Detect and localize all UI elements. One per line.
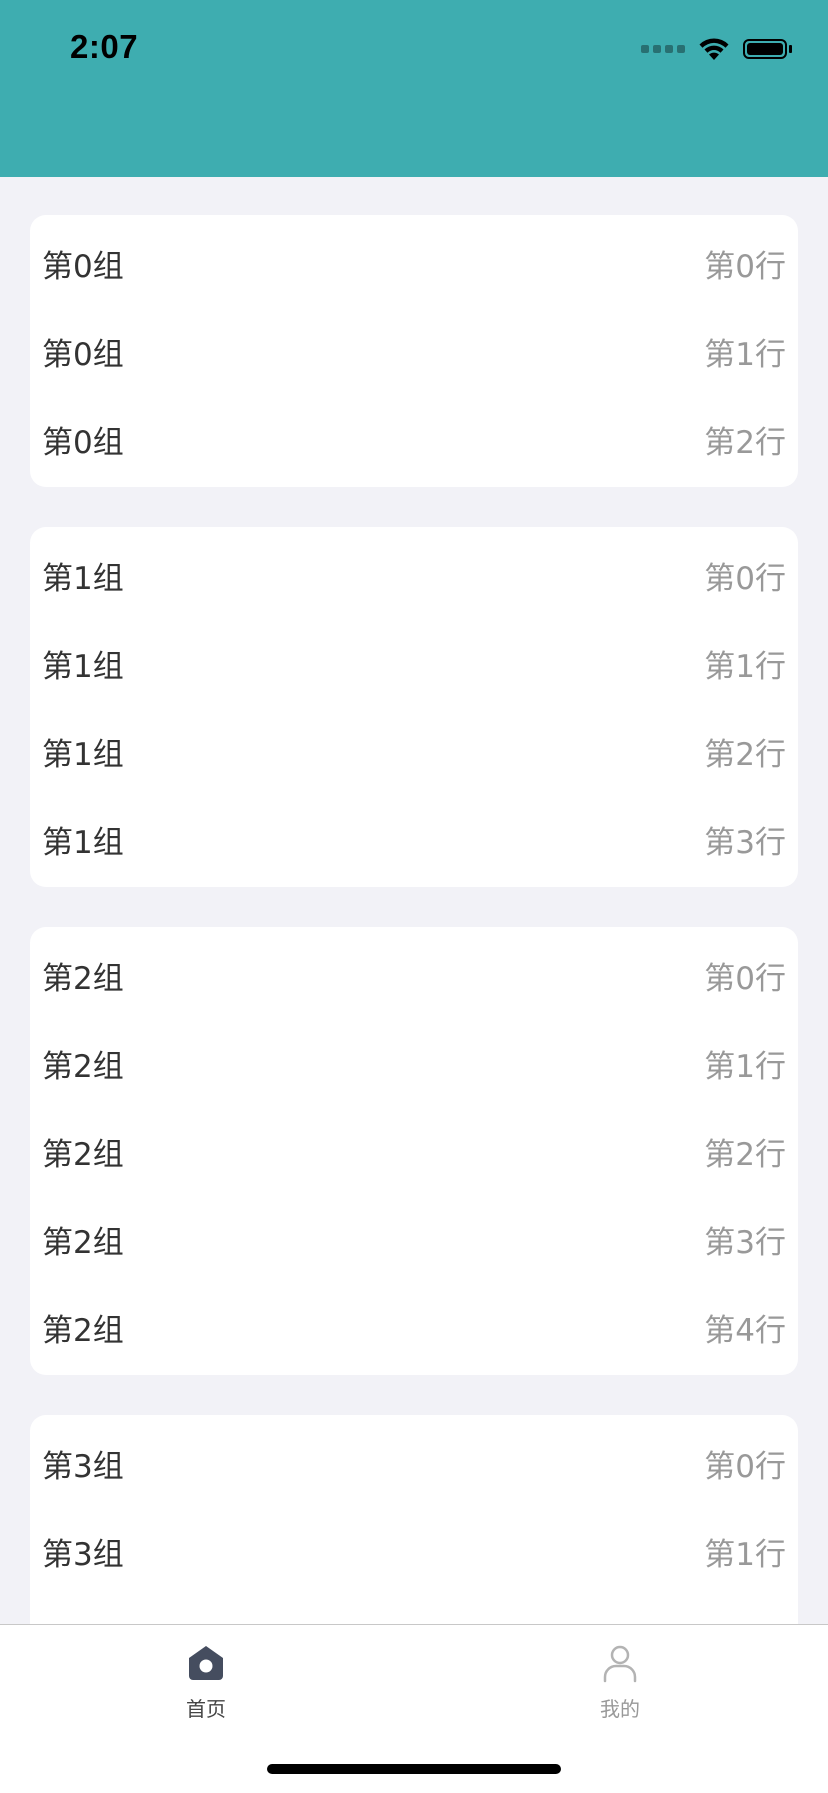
- tab-mine[interactable]: 我的: [540, 1643, 700, 1722]
- list-item-detail: 第2行: [704, 1136, 786, 1173]
- list-item-detail: 第3行: [704, 1224, 786, 1261]
- list-item[interactable]: 第2组 第1行: [30, 1019, 798, 1107]
- list-item[interactable]: 第0组 第0行: [30, 219, 798, 307]
- home-indicator: [267, 1764, 561, 1774]
- user-icon: [603, 1645, 637, 1683]
- list-item-detail: 第1行: [704, 1536, 786, 1573]
- list-item[interactable]: 第0组 第1行: [30, 307, 798, 395]
- list-item-title: 第1组: [42, 648, 124, 685]
- list-item[interactable]: 第2组 第2行: [30, 1107, 798, 1195]
- list-item-title: 第1组: [42, 824, 124, 861]
- tab-mine-label: 我的: [600, 1697, 640, 1721]
- list-item-detail: 第1行: [704, 1048, 786, 1085]
- list-item-detail: 第0行: [704, 1448, 786, 1485]
- status-time: 2:07: [70, 28, 139, 65]
- battery-icon: [743, 39, 792, 59]
- home-icon: [189, 1646, 223, 1680]
- list-item-detail: 第1行: [704, 648, 786, 685]
- list-item[interactable]: 第3组 第1行: [30, 1507, 798, 1595]
- list-item[interactable]: 第2组 第4行: [30, 1283, 798, 1371]
- list-item[interactable]: 第1组 第3行: [30, 795, 798, 883]
- list-item-title: 第2组: [42, 1312, 124, 1349]
- list-item-detail: 第2行: [704, 736, 786, 773]
- list-item[interactable]: 第0组 第2行: [30, 395, 798, 483]
- list-item-title: 第0组: [42, 248, 124, 285]
- list-group: 第0组 第0行 第0组 第1行 第0组 第2行: [30, 215, 798, 487]
- list-item-title: 第2组: [42, 1224, 124, 1261]
- list-item-title: 第3组: [42, 1448, 124, 1485]
- list-item-detail: 第1行: [704, 336, 786, 373]
- tab-home[interactable]: 首页: [126, 1643, 286, 1722]
- list-item-title: 第3组: [42, 1536, 124, 1573]
- list-item[interactable]: 第1组 第1行: [30, 619, 798, 707]
- list-item-detail: 第0行: [704, 248, 786, 285]
- status-icons: [641, 36, 792, 62]
- list-group: 第1组 第0行 第1组 第1行 第1组 第2行 第1组 第3行: [30, 527, 798, 887]
- list-item-title: 第2组: [42, 960, 124, 997]
- list-item[interactable]: 第1组 第2行: [30, 707, 798, 795]
- list-group: 第2组 第0行 第2组 第1行 第2组 第2行 第2组 第3行 第2组 第4行: [30, 927, 798, 1375]
- list-item-detail: 第2行: [704, 424, 786, 461]
- list-item-detail: 第0行: [704, 560, 786, 597]
- header: 2:07: [0, 0, 828, 177]
- list-item[interactable]: 第2组 第3行: [30, 1195, 798, 1283]
- list-item-detail: 第3行: [704, 824, 786, 861]
- wifi-icon: [697, 36, 731, 62]
- list-item-title: 第2组: [42, 1048, 124, 1085]
- list-item[interactable]: 第3组 第0行: [30, 1419, 798, 1507]
- tab-home-label: 首页: [186, 1697, 226, 1721]
- grouped-list: 第0组 第0行 第0组 第1行 第0组 第2行 第1组 第0行 第1组 第1行 第1组 第2行 第1组第…: [30, 215, 798, 1727]
- list-item-title: 第1组: [42, 736, 124, 773]
- list-item-title: 第1组: [42, 560, 124, 597]
- list-item-title: 第0组: [42, 336, 124, 373]
- list-item-title: 第0组: [42, 424, 124, 461]
- list-item-detail: 第4行: [704, 1312, 786, 1349]
- cellular-signal-icon: [641, 45, 685, 53]
- list-item[interactable]: 第2组 第0行: [30, 931, 798, 1019]
- list-item-title: 第2组: [42, 1136, 124, 1173]
- list-item[interactable]: 第1组 第0行: [30, 531, 798, 619]
- list-item-detail: 第0行: [704, 960, 786, 997]
